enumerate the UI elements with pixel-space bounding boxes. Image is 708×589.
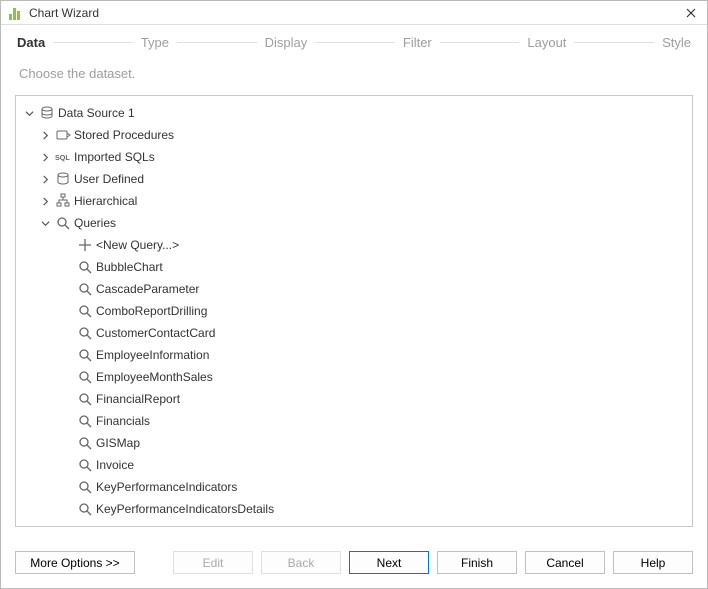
tree-label: EmployeeInformation: [96, 348, 209, 362]
tree-label: Invoice: [96, 458, 134, 472]
chevron-down-icon[interactable]: [22, 106, 36, 120]
tree-label: KeyPerformanceIndicators: [96, 480, 237, 494]
tree-node-query[interactable]: <New Query...>: [16, 234, 692, 256]
tree-node-user-defined[interactable]: User Defined: [16, 168, 692, 190]
next-button[interactable]: Next: [349, 551, 429, 574]
query-icon: [77, 259, 93, 275]
tree-node-query[interactable]: KeyPerformanceIndicatorsDetails: [16, 498, 692, 520]
tree-label: Hierarchical: [74, 194, 137, 208]
hier-icon: [55, 193, 71, 209]
back-button: Back: [261, 551, 341, 574]
tree-label: FinancialReport: [96, 392, 180, 406]
tree-label: Financials: [96, 414, 150, 428]
tree-node-hierarchical[interactable]: Hierarchical: [16, 190, 692, 212]
tree-label: Imported SQLs: [74, 150, 155, 164]
chart-wizard-icon: [9, 6, 23, 20]
step-filter[interactable]: Filter: [401, 35, 434, 50]
query-icon: [55, 215, 71, 231]
tree-node-query[interactable]: FinancialReport: [16, 388, 692, 410]
step-display[interactable]: Display: [263, 35, 310, 50]
tree-label: EmployeeMonthSales: [96, 370, 213, 384]
query-icon: [77, 303, 93, 319]
help-button[interactable]: Help: [613, 551, 693, 574]
tree-label: Data Source 1: [58, 106, 135, 120]
step-layout[interactable]: Layout: [525, 35, 568, 50]
wizard-footer: More Options >> Edit Back Next Finish Ca…: [1, 537, 707, 588]
tree-node-query[interactable]: Invoice: [16, 454, 692, 476]
query-icon: [77, 391, 93, 407]
tree-label: CustomerContactCard: [96, 326, 215, 340]
query-icon: [77, 281, 93, 297]
tree-label: CascadeParameter: [96, 282, 199, 296]
tree-node-stored-procedures[interactable]: Stored Procedures: [16, 124, 692, 146]
tree-node-query[interactable]: EmployeeMonthSales: [16, 366, 692, 388]
tree-label: <New Query...>: [96, 238, 179, 252]
query-icon: [77, 413, 93, 429]
tree-node-queries[interactable]: Queries: [16, 212, 692, 234]
tree-node-query[interactable]: GISMap: [16, 432, 692, 454]
query-icon: [77, 457, 93, 473]
userdef-icon: [55, 171, 71, 187]
tree-node-query[interactable]: ComboReportDrilling: [16, 300, 692, 322]
tree-node-query[interactable]: KeyPerformanceIndicators: [16, 476, 692, 498]
tree-label: Stored Procedures: [74, 128, 174, 142]
tree-node-query[interactable]: Financials: [16, 410, 692, 432]
plus-icon: [77, 237, 93, 253]
query-icon: [77, 347, 93, 363]
query-icon: [77, 325, 93, 341]
tree-node-query[interactable]: EmployeeInformation: [16, 344, 692, 366]
chevron-right-icon[interactable]: [38, 194, 52, 208]
more-options-button[interactable]: More Options >>: [15, 551, 135, 574]
dataset-tree[interactable]: Data Source 1 Stored Procedures SQL Impo…: [15, 95, 693, 527]
tree-label: Queries: [74, 216, 116, 230]
tree-label: BubbleChart: [96, 260, 163, 274]
tree-label: KeyPerformanceIndicatorsDetails: [96, 502, 274, 516]
proc-icon: [55, 127, 71, 143]
cancel-button[interactable]: Cancel: [525, 551, 605, 574]
finish-button[interactable]: Finish: [437, 551, 517, 574]
tree-node-query[interactable]: CustomerContactCard: [16, 322, 692, 344]
close-button[interactable]: [683, 5, 699, 21]
window-title: Chart Wizard: [29, 6, 683, 20]
wizard-steps: Data Type Display Filter Layout Style: [1, 25, 707, 60]
chevron-right-icon[interactable]: [38, 172, 52, 186]
chart-wizard-window: Chart Wizard Data Type Display Filter La…: [0, 0, 708, 589]
edit-button: Edit: [173, 551, 253, 574]
query-icon: [77, 501, 93, 517]
database-icon: [39, 105, 55, 121]
tree-node-query[interactable]: BubbleChart: [16, 256, 692, 278]
step-style[interactable]: Style: [660, 35, 693, 50]
tree-label: GISMap: [96, 436, 140, 450]
step-subtitle: Choose the dataset.: [1, 60, 707, 95]
tree-label: User Defined: [74, 172, 144, 186]
titlebar: Chart Wizard: [1, 1, 707, 25]
query-icon: [77, 479, 93, 495]
query-icon: [77, 369, 93, 385]
query-icon: [77, 435, 93, 451]
chevron-right-icon[interactable]: [38, 128, 52, 142]
step-data[interactable]: Data: [15, 35, 47, 50]
chevron-down-icon[interactable]: [38, 216, 52, 230]
tree-node-query[interactable]: CascadeParameter: [16, 278, 692, 300]
sql-icon: SQL: [55, 149, 71, 165]
tree-node-imported-sqls[interactable]: SQL Imported SQLs: [16, 146, 692, 168]
step-type[interactable]: Type: [139, 35, 171, 50]
tree-node-datasource[interactable]: Data Source 1: [16, 102, 692, 124]
chevron-right-icon[interactable]: [38, 150, 52, 164]
svg-text:SQL: SQL: [55, 152, 70, 161]
tree-label: ComboReportDrilling: [96, 304, 207, 318]
